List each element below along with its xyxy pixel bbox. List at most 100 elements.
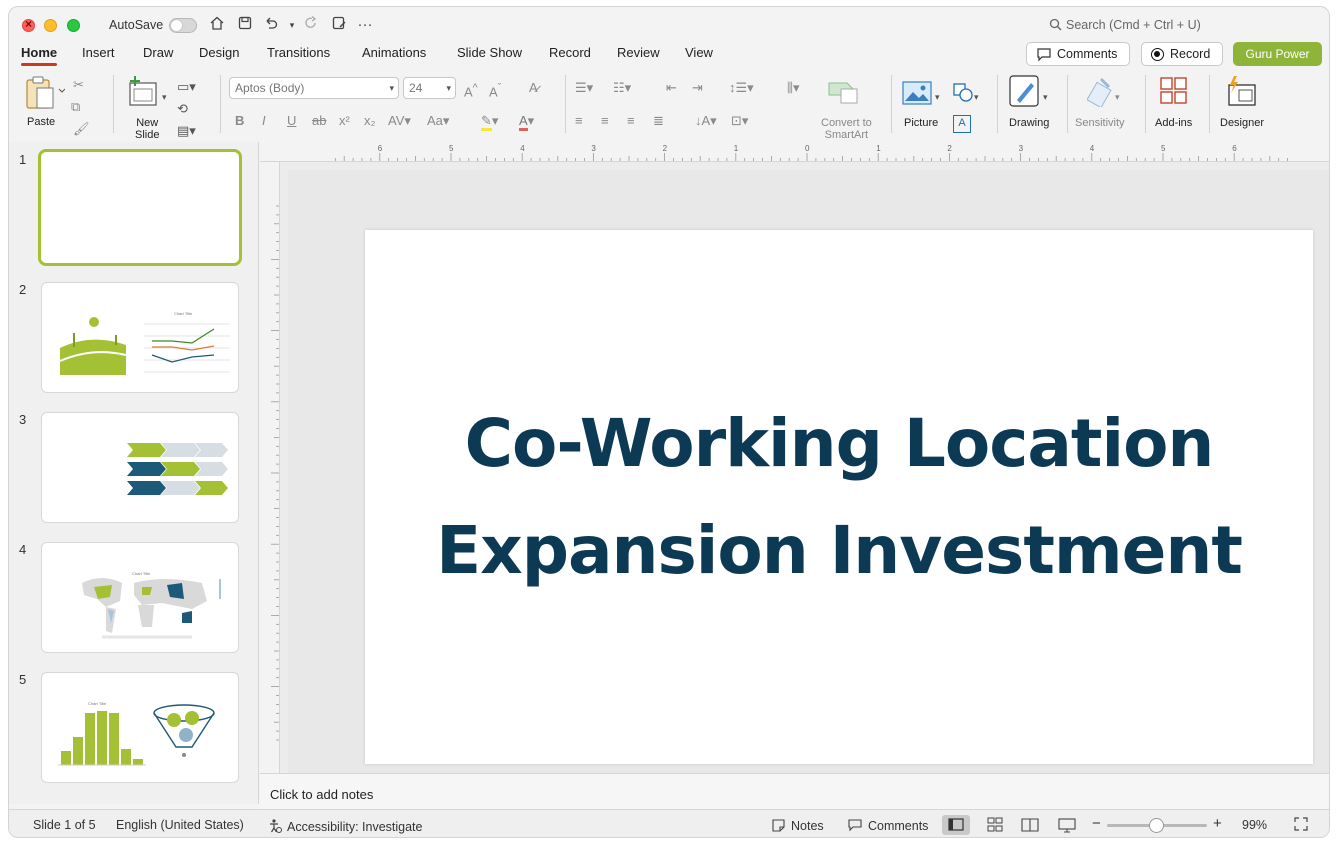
tab-transitions[interactable]: Transitions [267,45,330,60]
more-options-icon[interactable]: ··· [355,15,375,35]
slide-sorter-button[interactable] [981,815,1009,835]
increase-font-size-icon[interactable]: A^ [464,80,478,100]
add-ins-icon[interactable] [1160,77,1190,107]
tab-animations[interactable]: Animations [362,45,426,60]
text-direction-icon[interactable]: ↓A▾ [695,113,717,129]
language-indicator[interactable]: English (United States) [116,818,244,832]
align-text-icon[interactable]: ⊡▾ [731,113,748,129]
tab-review[interactable]: Review [617,45,660,60]
slideshow-view-button[interactable] [1053,815,1081,835]
new-slide-icon[interactable] [127,75,161,111]
new-slide-chevron-icon[interactable]: ▾ [162,89,167,105]
font-size-combo[interactable]: 24 ▾ [403,77,456,99]
slide-thumbnail-5[interactable]: Chart Title [41,672,239,783]
font-color-icon[interactable]: A▾ [519,113,534,131]
redo-icon[interactable] [301,15,321,35]
layout-icon[interactable]: ▭▾ [177,79,196,95]
highlight-icon[interactable]: ✎▾ [481,113,498,131]
ruler-ticks: 6 5 4 3 2 1 0 1 2 3 4 5 6 [334,144,1288,161]
autosave-toggle[interactable] [169,18,197,33]
notes-pane[interactable]: Click to add notes [260,773,1329,809]
accessibility-status[interactable]: Accessibility: Investigate [267,818,422,834]
italic-icon[interactable]: I [262,113,266,129]
normal-view-button[interactable] [942,815,970,835]
copy-icon[interactable]: ⧉ [71,99,80,115]
columns-icon[interactable]: ⫼▾ [787,80,800,96]
fit-to-window-icon[interactable] [1293,816,1309,835]
justify-icon[interactable]: ≣ [653,113,664,129]
home-icon[interactable] [207,15,227,35]
clear-formatting-icon[interactable]: A̷ [529,80,538,96]
slide-thumbnail-3[interactable] [41,412,239,523]
search-box[interactable]: Search (Cmd + Ctrl + U) [1049,18,1201,32]
horizontal-ruler[interactable]: 6 5 4 3 2 1 0 1 2 3 4 5 6 [260,142,1329,162]
bold-icon[interactable]: B [235,113,244,129]
notes-toggle[interactable]: Notes [771,818,824,833]
change-case-icon[interactable]: Aa▾ [427,113,449,129]
tab-slide-show[interactable]: Slide Show [457,45,522,60]
format-painter-icon[interactable]: 🖌 [73,121,90,137]
slide-thumbnail-4[interactable]: Chart Title [41,542,239,653]
picture-icon[interactable] [902,81,934,107]
paste-icon[interactable] [25,75,66,113]
tab-view[interactable]: View [685,45,713,60]
svg-text:6: 6 [378,144,383,153]
align-center-icon[interactable]: ≡ [601,113,609,129]
character-spacing-icon[interactable]: AV▾ [388,113,411,129]
comments-toggle[interactable]: Comments [847,818,928,833]
comments-button[interactable]: Comments [1026,42,1130,66]
close-window-button[interactable] [22,17,35,32]
text-box-icon[interactable]: A [953,115,971,133]
zoom-out-icon[interactable]: − [1092,815,1101,832]
convert-smartart-label: Convert to SmartArt [821,117,872,141]
drawing-icon[interactable] [1009,75,1041,109]
tab-record[interactable]: Record [549,45,591,60]
current-slide[interactable]: Co-Working Location Expansion Investment [365,230,1313,764]
slide-thumbnail-1[interactable] [38,149,242,266]
picture-chevron-icon[interactable]: ▾ [935,89,940,105]
tab-draw[interactable]: Draw [143,45,173,60]
comments-toggle-label: Comments [868,819,929,833]
numbering-icon[interactable]: ☷▾ [613,80,631,96]
slide-thumbnail-2[interactable]: Chart Title [41,282,239,393]
designer-icon[interactable] [1225,75,1259,109]
tab-insert[interactable]: Insert [82,45,115,60]
superscript-icon[interactable]: x² [339,113,350,129]
sensitivity-icon[interactable] [1086,77,1117,109]
undo-icon[interactable] [261,15,281,35]
reset-icon[interactable]: ⟲ [177,101,188,117]
subscript-icon[interactable]: x₂ [364,113,376,129]
reading-view-button[interactable] [1016,815,1044,835]
strikethrough-icon[interactable]: ab [312,113,326,129]
sensitivity-chevron-icon[interactable]: ▾ [1115,89,1120,105]
guru-power-button[interactable]: Guru Power [1233,42,1322,66]
zoom-in-icon[interactable]: + [1213,815,1222,832]
save-icon[interactable] [235,15,255,35]
tab-design[interactable]: Design [199,45,239,60]
undo-dropdown-chevron-icon[interactable]: ▾ [282,15,302,35]
smartart-icon[interactable] [827,77,861,107]
increase-indent-icon[interactable]: ⇥ [692,80,703,96]
bullets-icon[interactable]: ☰▾ [575,80,593,96]
line-spacing-icon[interactable]: ↕☰▾ [729,80,754,96]
zoom-level[interactable]: 99% [1242,818,1267,832]
record-button[interactable]: Record [1141,42,1223,66]
drawing-chevron-icon[interactable]: ▾ [1043,89,1048,105]
underline-icon[interactable]: U [287,113,296,129]
zoom-window-button[interactable] [67,19,80,32]
decrease-indent-icon[interactable]: ⇤ [666,80,677,96]
section-icon[interactable]: ▤▾ [177,123,196,139]
minimize-window-button[interactable] [44,19,57,32]
shapes-icon[interactable] [953,83,975,105]
tab-home[interactable]: Home [21,45,58,66]
slide-title[interactable]: Co-Working Location Expansion Investment [365,390,1313,604]
font-name-combo[interactable]: Aptos (Body) ▾ [229,77,399,99]
zoom-slider-handle[interactable] [1149,818,1164,833]
shapes-chevron-icon[interactable]: ▾ [974,89,979,105]
align-right-icon[interactable]: ≡ [627,113,635,129]
vertical-ruler[interactable] [260,162,280,774]
decrease-font-size-icon[interactable]: Aˇ [489,80,501,100]
save-as-icon[interactable] [329,15,349,35]
align-left-icon[interactable]: ≡ [575,113,583,129]
cut-icon[interactable]: ✂ [73,77,84,93]
